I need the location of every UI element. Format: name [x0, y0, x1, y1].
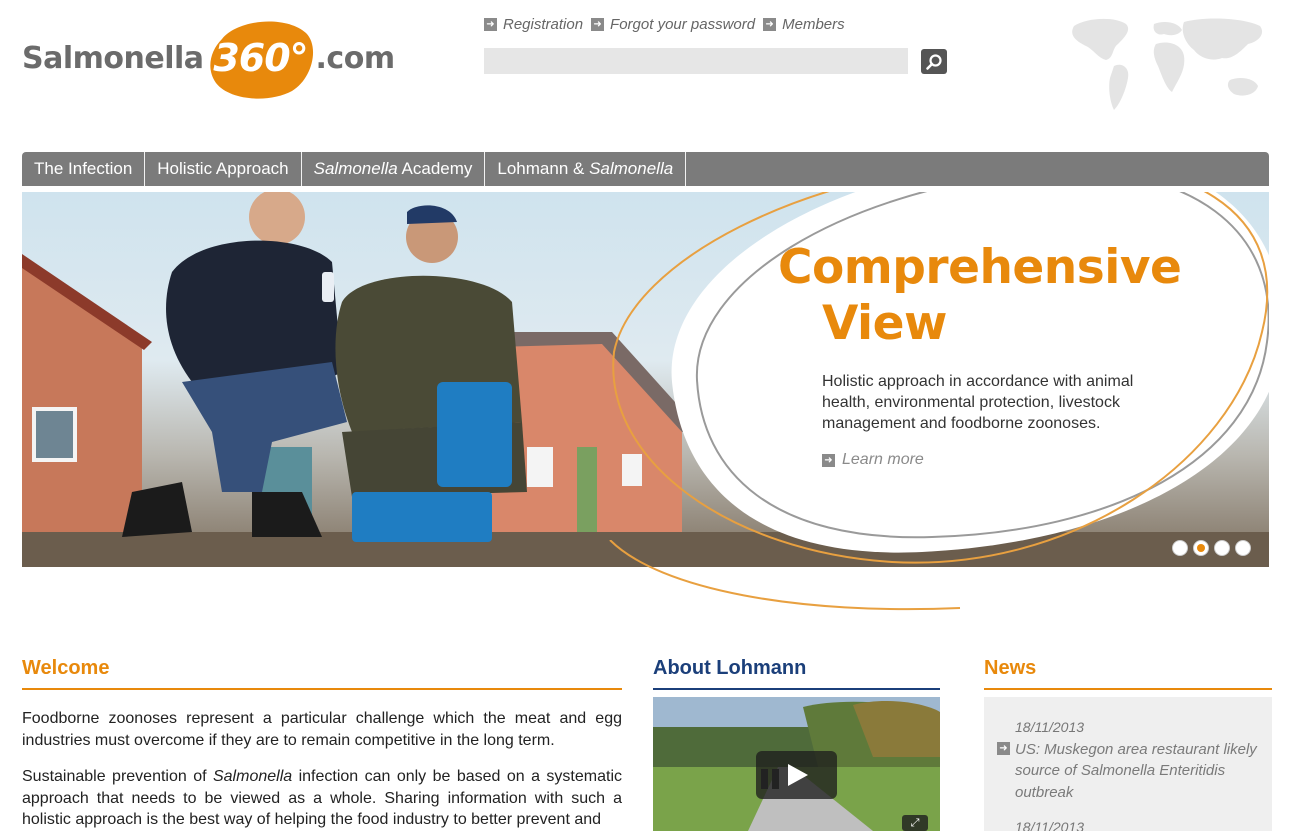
registration-link[interactable]: ➜ Registration: [484, 16, 583, 33]
welcome-text: Foodborne zoonoses represent a particula…: [22, 708, 622, 831]
news-date: 18/11/2013: [1015, 819, 1085, 831]
slider-dot[interactable]: [1235, 540, 1251, 556]
slider-dot-active[interactable]: [1193, 540, 1209, 556]
logo-badge: 360°: [208, 17, 314, 99]
news-date: 18/11/2013: [1015, 719, 1085, 735]
nav-label: Academy: [397, 159, 473, 178]
hero-swirl-tail: [609, 540, 961, 611]
learn-more-link[interactable]: ➜ Learn more: [822, 451, 924, 469]
news-link[interactable]: US: Muskegon area restaurant likely sour…: [1015, 739, 1258, 804]
hero-title-line2: View: [822, 296, 947, 351]
nav-label: The Infection: [34, 159, 133, 178]
nav-label: Holistic Approach: [157, 159, 289, 178]
hero-title: Comprehensive View: [778, 240, 1182, 352]
slider-dot[interactable]: [1172, 540, 1188, 556]
nav-label-italic: Salmonella: [313, 159, 398, 178]
forgot-password-link[interactable]: ➜ Forgot your password: [591, 16, 755, 33]
welcome-p2-italic: Salmonella: [212, 768, 293, 785]
top-links: ➜ Registration ➜ Forgot your password ➜ …: [484, 16, 845, 33]
news-heading: News: [984, 657, 1272, 690]
site-logo[interactable]: Salmonella 360° .com: [22, 16, 395, 100]
news-list: 18/11/2013 ➜ US: Muskegon area restauran…: [984, 697, 1272, 831]
arrow-right-square-icon: ➜: [763, 18, 777, 31]
logo-badge-text: 360°: [213, 36, 308, 80]
news-item[interactable]: 18/11/2013: [984, 803, 1272, 831]
nav-item-salmonella-academy[interactable]: Salmonella Academy: [302, 152, 486, 186]
nav-item-lohmann-salmonella[interactable]: Lohmann & Salmonella: [485, 152, 687, 186]
members-link[interactable]: ➜ Members: [763, 16, 845, 33]
slider-dot[interactable]: [1214, 540, 1230, 556]
forgot-password-label: Forgot your password: [610, 16, 756, 33]
fullscreen-icon[interactable]: ⤢: [902, 815, 928, 831]
learn-more-label: Learn more: [842, 451, 924, 468]
hero-title-line1: Comprehensive: [778, 240, 1182, 295]
welcome-paragraph-2: Sustainable prevention of Salmonella inf…: [22, 766, 622, 831]
nav-item-the-infection[interactable]: The Infection: [22, 152, 146, 186]
nav-label: Lohmann &: [497, 159, 590, 178]
search-button[interactable]: [921, 49, 947, 74]
logo-text-left: Salmonella: [22, 40, 204, 76]
search-input[interactable]: [484, 48, 908, 74]
arrow-right-square-icon: ➜: [591, 18, 605, 31]
video-play-button[interactable]: [756, 751, 837, 799]
registration-label: Registration: [503, 16, 584, 33]
page: Salmonella 360° .com ➜ Registration ➜ Fo…: [0, 0, 1292, 831]
members-label: Members: [782, 16, 845, 33]
nav-item-holistic-approach[interactable]: Holistic Approach: [145, 152, 302, 186]
nav-label-italic: Salmonella: [589, 159, 674, 178]
welcome-p2-start: Sustainable prevention of: [22, 768, 213, 785]
world-map-icon: [1072, 18, 1263, 110]
arrow-right-square-icon: ➜: [822, 453, 835, 467]
about-heading: About Lohmann: [653, 657, 940, 690]
magnifier-icon: [926, 53, 942, 70]
hero-description: Holistic approach in accordance with ani…: [822, 373, 1134, 432]
arrow-right-square-icon: ➜: [997, 742, 1010, 755]
welcome-paragraph-1: Foodborne zoonoses represent a particula…: [22, 710, 622, 749]
logo-text-right: .com: [315, 40, 396, 76]
main-nav: The Infection Holistic Approach Salmonel…: [22, 152, 1269, 186]
news-item[interactable]: 18/11/2013 ➜ US: Muskegon area restauran…: [984, 697, 1272, 803]
slider-dots: [1172, 540, 1251, 556]
arrow-right-square-icon: ➜: [484, 18, 497, 31]
play-icon: [787, 764, 808, 786]
welcome-heading: Welcome: [22, 657, 622, 690]
